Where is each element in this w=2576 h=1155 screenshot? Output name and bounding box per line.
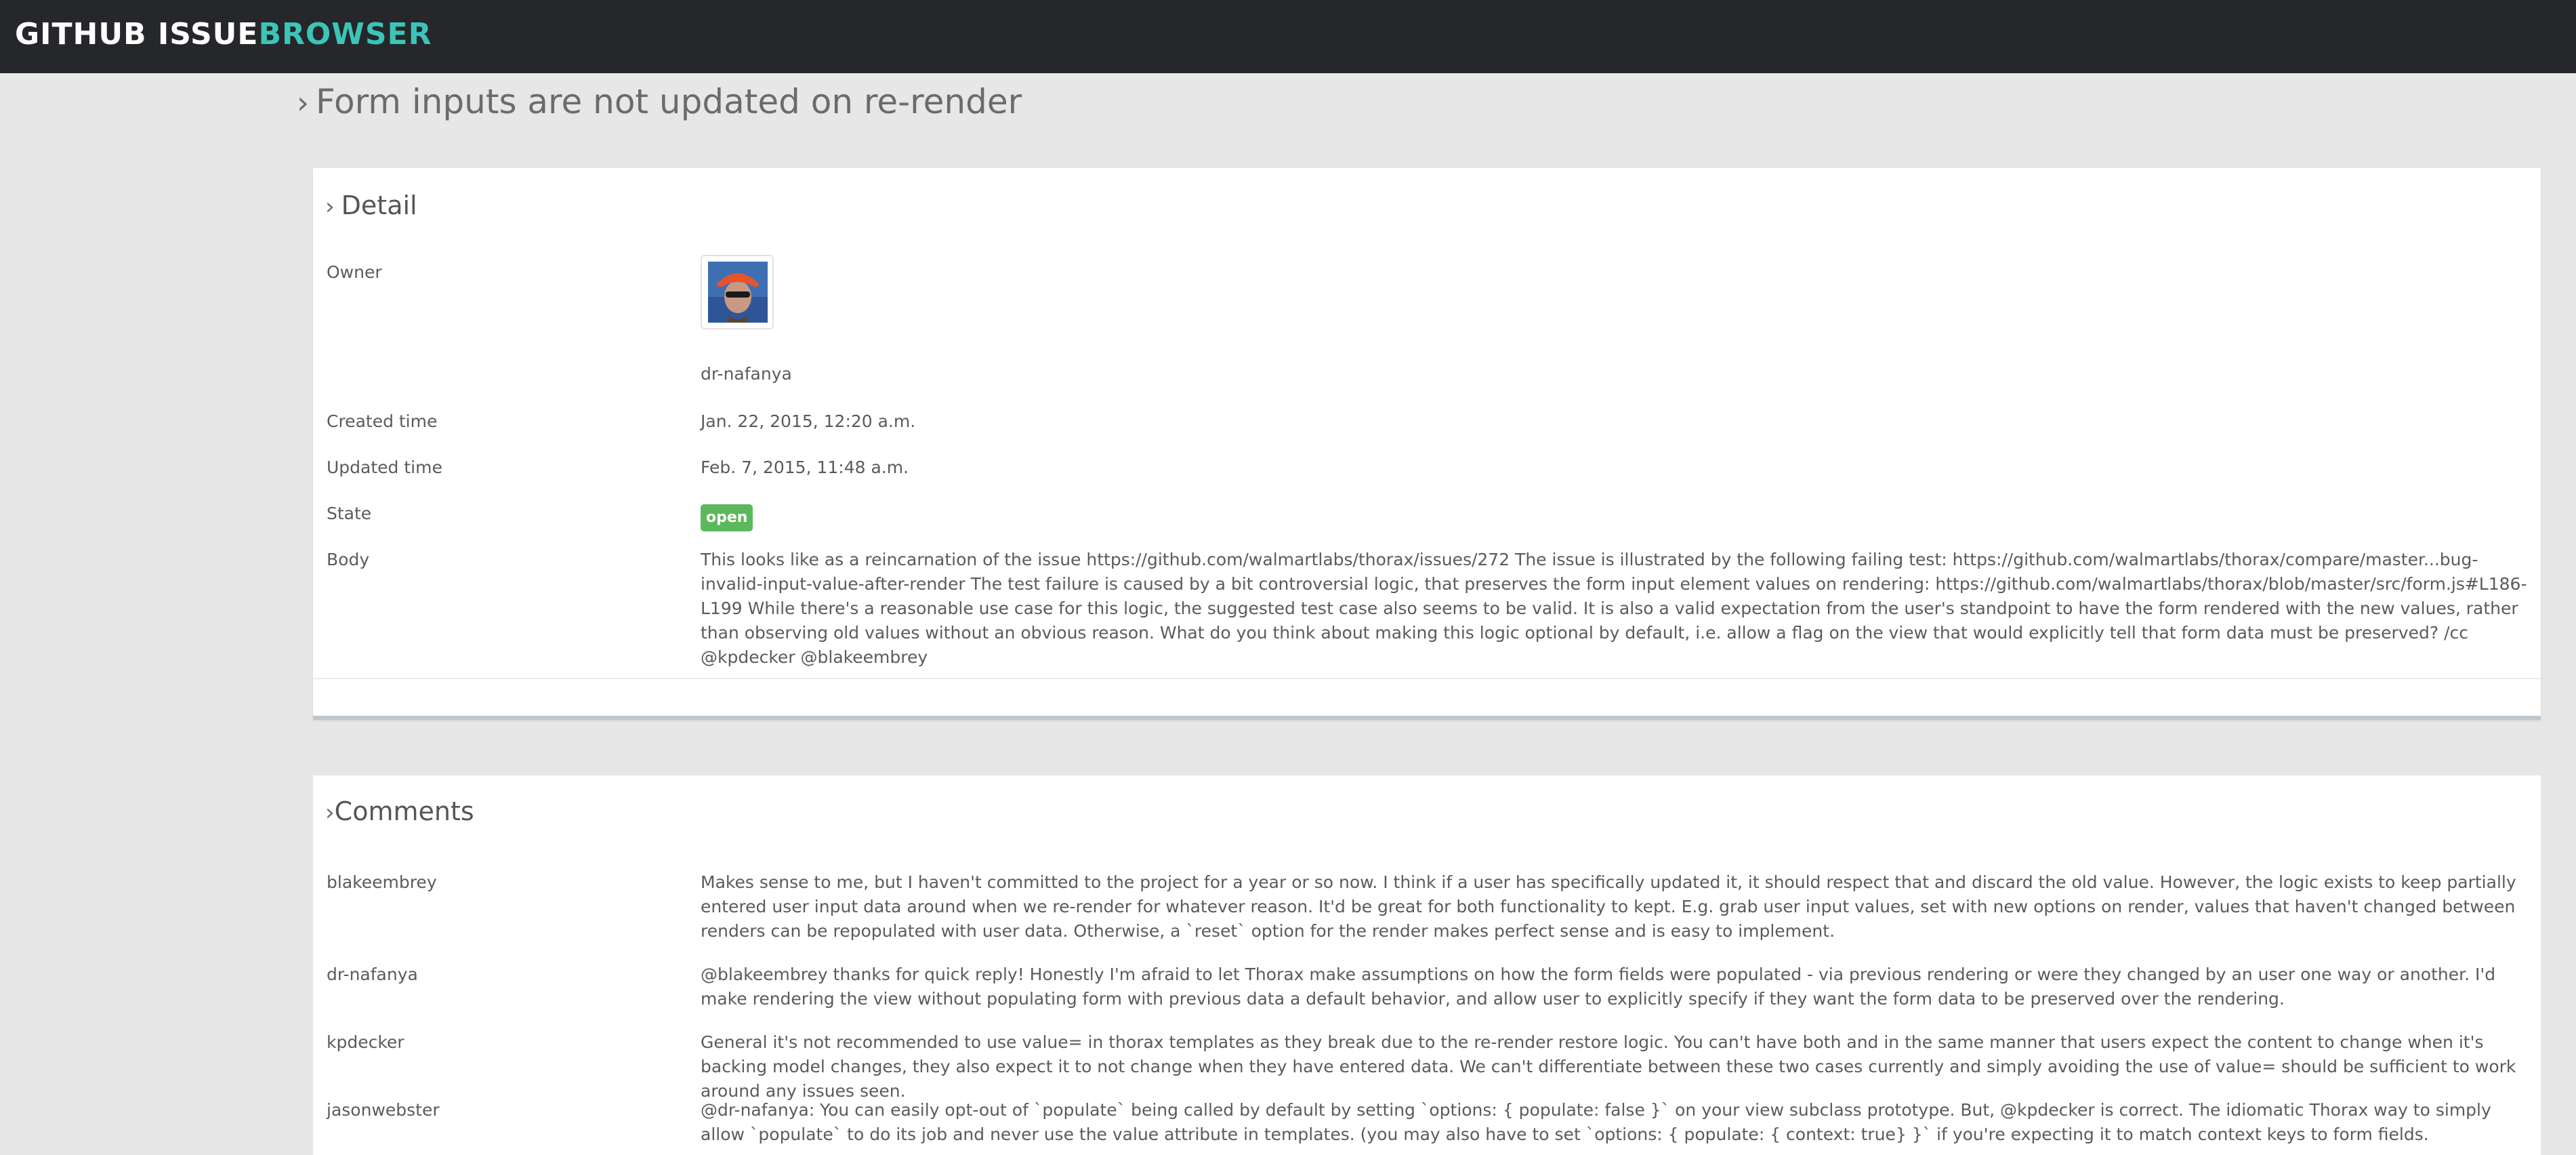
detail-heading-label: Detail — [341, 190, 417, 220]
issue-title: Form inputs are not updated on re-render — [316, 82, 1022, 121]
comment-author[interactable]: blakeembrey — [327, 872, 437, 893]
comments-heading: ›Comments — [325, 794, 474, 830]
comment-author[interactable]: dr-nafanya — [327, 964, 418, 986]
created-time-value: Jan. 22, 2015, 12:20 a.m. — [701, 411, 916, 431]
divider — [313, 678, 2541, 679]
updated-time-label: Updated time — [327, 458, 442, 477]
comments-heading-label: Comments — [334, 796, 474, 826]
state-badge: open — [701, 504, 753, 531]
chevron-right-icon: › — [325, 193, 335, 220]
avatar-image — [708, 262, 768, 323]
top-navbar: GITHUB ISSUEBROWSER — [0, 0, 2576, 73]
page-title: › Form inputs are not updated on re-rende… — [297, 80, 1022, 125]
comment-author[interactable]: jasonwebster — [327, 1099, 440, 1121]
comments-panel: ›Comments blakeembrey Makes sense to me,… — [313, 775, 2541, 1155]
chevron-right-icon: › — [297, 85, 309, 121]
body-label: Body — [327, 550, 370, 569]
comment-text: General it's not recommended to use valu… — [701, 1032, 2516, 1101]
comment-text: Makes sense to me, but I haven't committ… — [701, 872, 2516, 941]
issue-body: This looks like as a reincarnation of th… — [701, 550, 2527, 667]
updated-time-value: Feb. 7, 2015, 11:48 a.m. — [701, 458, 909, 477]
chevron-right-icon: › — [325, 799, 335, 826]
comment-text: @dr-nafanya: You can easily opt-out of `… — [701, 1100, 2491, 1144]
detail-panel: › Detail Owner dr-nafanya Created time Ja… — [313, 168, 2541, 720]
app-logo[interactable]: GITHUB ISSUEBROWSER — [15, 15, 432, 54]
brand-accent-text: BROWSER — [258, 17, 432, 52]
detail-heading: › Detail — [325, 188, 417, 224]
comment-author[interactable]: kpdecker — [327, 1032, 404, 1053]
brand-main-text: GITHUB ISSUE — [15, 17, 259, 52]
owner-name[interactable]: dr-nafanya — [701, 362, 792, 386]
owner-avatar[interactable] — [701, 255, 774, 329]
created-time-label: Created time — [327, 411, 438, 431]
comment-text: @blakeembrey thanks for quick reply! Hon… — [701, 965, 2496, 1009]
state-label: State — [327, 504, 372, 523]
owner-label: Owner — [327, 262, 382, 282]
